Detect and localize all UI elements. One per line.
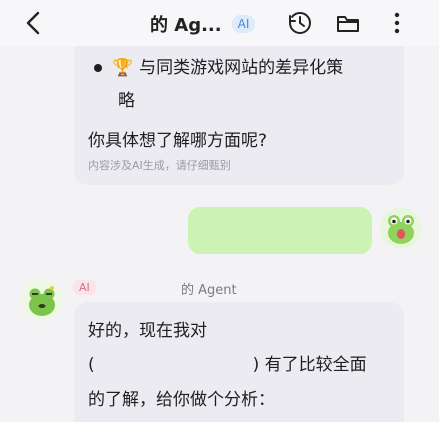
bullet-dot xyxy=(94,64,102,72)
agent-name: 的 Agent xyxy=(181,283,237,298)
open-paren: ( xyxy=(88,355,95,375)
ai-response-bubble: 好的，现在我对 ( ) 有了比较全面 的了解，给你做个分析： xyxy=(74,302,404,422)
bullet-item: 🏆 与同类游戏网站的差异化策 xyxy=(94,52,343,85)
line-2-tail: ) 有了比较全面 xyxy=(252,355,367,375)
ai-disclaimer: 内容涉及AI生成，请仔细甄别 xyxy=(88,159,231,172)
user-avatar[interactable] xyxy=(380,207,422,249)
follow-up-question: 你具体想了解哪方面呢? xyxy=(88,131,268,151)
agent-ai-tag: AI xyxy=(73,280,96,295)
agent-frog-icon xyxy=(21,279,63,321)
response-line-2: ( ) 有了比较全面 xyxy=(88,350,367,375)
frog-avatar-icon xyxy=(380,207,422,249)
title-group: 的 Ag... AI xyxy=(150,11,256,37)
more-vertical-icon[interactable] xyxy=(384,10,410,36)
page-title: 的 Ag... xyxy=(150,15,222,36)
response-line-1: 好的，现在我对 xyxy=(88,321,207,341)
ai-message-bubble: 🏆 与同类游戏网站的差异化策 略 你具体想了解哪方面呢? 内容涉及AI生成，请仔细… xyxy=(74,46,404,185)
history-clock-icon[interactable] xyxy=(287,10,313,36)
bullet-text: 与同类游戏网站的差异化策 xyxy=(139,58,344,78)
agent-avatar[interactable] xyxy=(21,279,63,321)
back-arrow-icon[interactable] xyxy=(22,10,46,36)
bullet-text-continued: 略 xyxy=(118,91,135,111)
trophy-icon: 🏆 xyxy=(112,58,134,78)
ai-badge: AI xyxy=(231,15,256,33)
user-message-bubble[interactable] xyxy=(188,207,372,254)
top-bar: 的 Ag... AI xyxy=(0,0,439,46)
folder-icon[interactable] xyxy=(335,10,361,36)
response-line-3: 的了解，给你做个分析： xyxy=(88,390,275,410)
